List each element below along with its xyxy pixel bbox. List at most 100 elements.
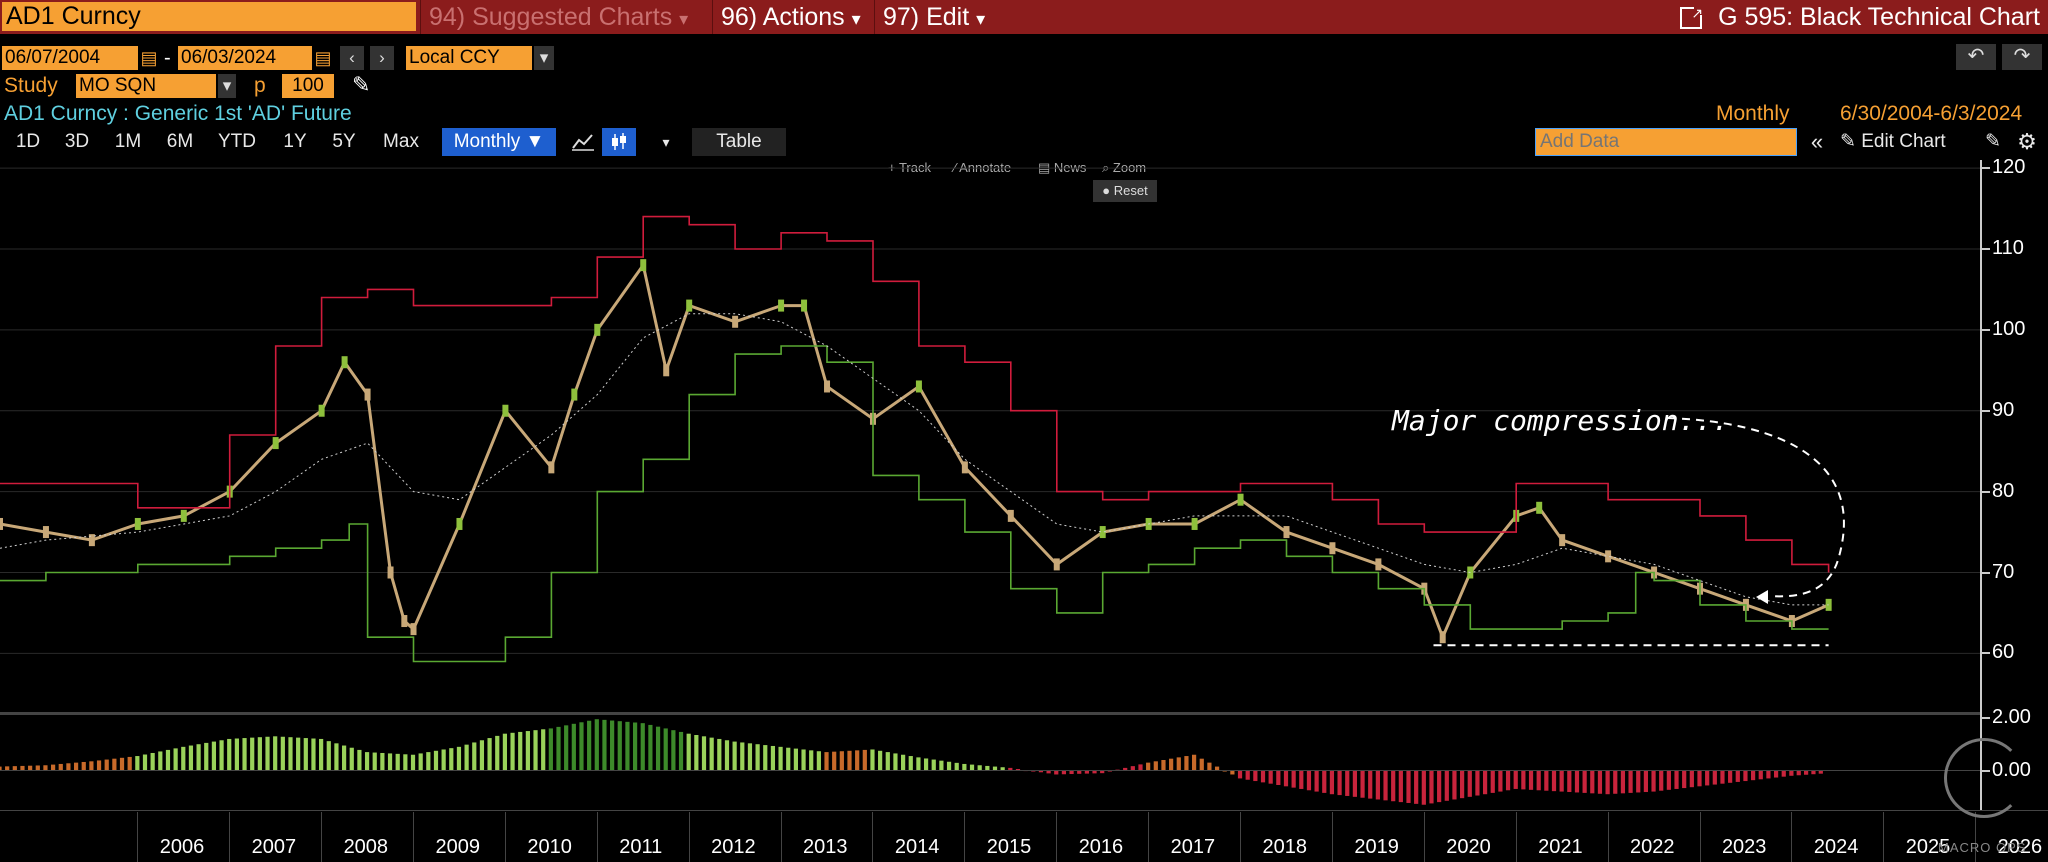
- candlestick-icon[interactable]: [602, 128, 636, 156]
- x-axis-separator: [1240, 812, 1242, 862]
- collapse-icon[interactable]: «: [1802, 128, 1832, 156]
- oscillator-bar: [127, 756, 132, 771]
- oscillator-bar: [1789, 770, 1794, 776]
- oscillator-bar: [265, 736, 270, 771]
- x-axis-separator: [229, 812, 231, 862]
- range-button-1y[interactable]: 1Y: [272, 128, 318, 156]
- chart-settings-icon[interactable]: ✎: [1980, 128, 2006, 156]
- oscillator-bar: [1437, 770, 1442, 803]
- candle-point: [456, 517, 463, 530]
- oscillator-bar: [387, 753, 393, 771]
- range-button-3d[interactable]: 3D: [54, 128, 100, 156]
- start-date-input[interactable]: 06/07/2004: [2, 46, 138, 70]
- oscillator-bar: [878, 750, 883, 771]
- popout-icon[interactable]: ↗: [1680, 5, 1705, 30]
- range-button-1d[interactable]: 1D: [6, 128, 50, 156]
- oscillator-bar: [717, 738, 722, 771]
- end-date-input[interactable]: 06/03/2024: [178, 46, 312, 70]
- frequency-select[interactable]: Monthly ▼: [442, 128, 556, 156]
- oscillator-bar: [816, 751, 821, 771]
- oscillator-bar: [1490, 770, 1495, 793]
- oscillator-bar: [793, 748, 798, 771]
- candle-point: [1283, 526, 1290, 539]
- y-tick: [1982, 490, 1990, 493]
- calendar-icon[interactable]: ▤: [138, 46, 160, 70]
- oscillator-bar: [51, 764, 56, 771]
- oscillator-bar: [839, 751, 844, 771]
- oscillator-bar: [1559, 770, 1564, 792]
- oscillator-bar: [1773, 770, 1779, 778]
- chevron-down-icon[interactable]: ▾: [534, 46, 554, 70]
- range-button-max[interactable]: Max: [370, 128, 432, 156]
- range-button-5y[interactable]: 5Y: [322, 128, 366, 156]
- oscillator-bar: [1169, 758, 1174, 771]
- chevron-down-icon[interactable]: ▾: [218, 74, 236, 98]
- edit-label: 97) Edit: [883, 3, 970, 31]
- arrow-head-icon: [1756, 590, 1768, 604]
- oscillator-bar: [1345, 770, 1350, 796]
- line-chart-icon[interactable]: [568, 128, 598, 156]
- oscillator-bar: [1421, 770, 1426, 805]
- edit-chart-button[interactable]: ✎ Edit Chart: [1840, 128, 1972, 156]
- price-series: [0, 215, 1832, 663]
- oscillator-bar: [479, 740, 485, 771]
- x-axis-separator: [1883, 812, 1885, 862]
- oscillator-bar: [1130, 766, 1135, 771]
- candle-point: [1237, 493, 1244, 506]
- ticker-input[interactable]: AD1 Curncy: [2, 2, 416, 31]
- study-select[interactable]: MO SQN: [76, 74, 216, 98]
- next-period-button[interactable]: ›: [370, 46, 394, 70]
- oscillator-bar: [923, 758, 929, 771]
- oscillator-bar: [142, 754, 148, 771]
- period-input[interactable]: 100: [282, 74, 334, 98]
- x-axis-separator: [1515, 812, 1517, 862]
- annotation-text: Major compression...: [1392, 404, 1730, 437]
- prev-period-button[interactable]: ‹: [340, 46, 364, 70]
- oscillator-chart[interactable]: [0, 710, 2048, 810]
- gear-icon[interactable]: ⚙: [2012, 128, 2042, 156]
- edit-menu[interactable]: 97) Edit ▾: [874, 0, 1000, 34]
- oscillator-bar: [824, 752, 829, 771]
- candle-point: [364, 388, 371, 401]
- range-button-ytd[interactable]: YTD: [208, 128, 266, 156]
- oscillator-bar: [464, 744, 469, 771]
- watermark-text: MACRO OPS: [1938, 840, 2027, 855]
- candle-point: [42, 526, 49, 539]
- add-data-input[interactable]: [1535, 128, 1797, 156]
- oscillator-bar: [632, 722, 638, 771]
- oscillator-bar: [112, 758, 117, 771]
- suggested-charts-menu[interactable]: 94) Suggested Charts ▾: [420, 0, 710, 34]
- oscillator-bar: [1299, 770, 1304, 789]
- oscillator-bar: [1061, 770, 1067, 775]
- oscillator-bar: [173, 748, 178, 771]
- candle-point: [387, 566, 394, 579]
- range-button-1m[interactable]: 1M: [104, 128, 152, 156]
- oscillator-bar: [564, 725, 569, 771]
- watermark-logo: [1944, 738, 2024, 818]
- undo-button[interactable]: ↶: [1956, 44, 1996, 70]
- pane-divider[interactable]: [0, 712, 1980, 715]
- calendar-icon[interactable]: ▤: [312, 46, 334, 70]
- pencil-icon[interactable]: ✎: [352, 72, 370, 98]
- candle-point: [594, 323, 601, 336]
- oscillator-bar: [1766, 770, 1771, 779]
- oscillator-bar: [449, 748, 454, 771]
- candle-point: [1375, 558, 1382, 571]
- oscillator-bar: [893, 753, 898, 771]
- oscillator-bar: [280, 736, 285, 771]
- oscillator-bar: [533, 730, 538, 771]
- oscillator-bar: [96, 760, 102, 771]
- period-label: p: [254, 74, 266, 97]
- chevron-down-icon[interactable]: ▾: [654, 128, 678, 156]
- redo-button[interactable]: ↷: [2002, 44, 2042, 70]
- currency-select[interactable]: Local CCY: [406, 46, 532, 70]
- oscillator-bar: [732, 741, 737, 771]
- table-button[interactable]: Table: [692, 128, 786, 156]
- actions-menu[interactable]: 96) Actions ▾: [712, 0, 872, 34]
- range-button-6m[interactable]: 6M: [156, 128, 204, 156]
- oscillator-bar: [403, 754, 408, 771]
- price-chart[interactable]: [0, 160, 2048, 710]
- oscillator-bar: [548, 728, 553, 771]
- oscillator-bar: [372, 752, 377, 771]
- y-tick: [1982, 409, 1990, 412]
